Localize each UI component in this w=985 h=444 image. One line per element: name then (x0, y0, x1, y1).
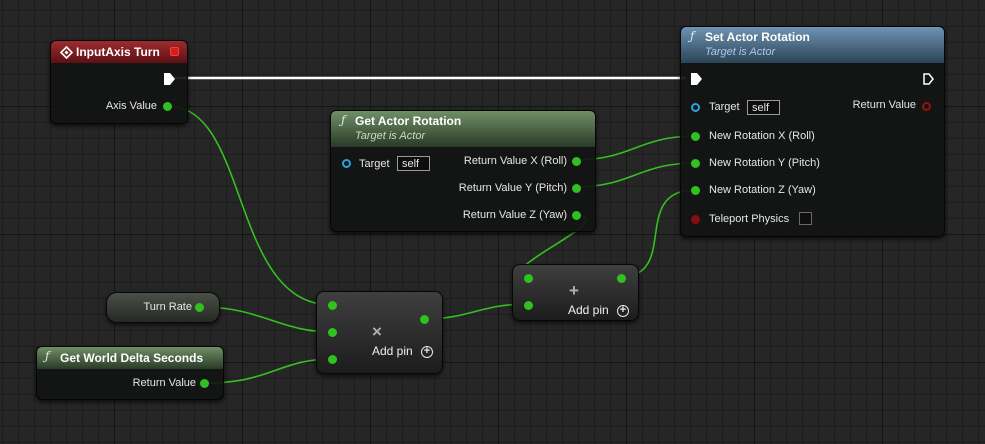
return-z-label: Return Value Z (Yaw) (462, 209, 567, 221)
target-label: Target (359, 158, 390, 170)
add-symbol: + (569, 281, 579, 300)
return-x-label: Return Value X (Roll) (463, 155, 567, 167)
get-world-delta-seconds-node[interactable]: ƒ Get World Delta Seconds Return Value (36, 346, 224, 400)
roll-label: New Rotation X (Roll) (709, 130, 815, 142)
return-z-pin[interactable] (572, 211, 581, 220)
turn-rate-variable-node[interactable]: Turn Rate (106, 292, 220, 323)
node-title: Get Actor Rotation (355, 114, 462, 128)
multiply-input-b-pin[interactable] (328, 328, 337, 337)
target-self-field[interactable]: self (397, 156, 430, 171)
plus-circle-icon[interactable]: + (421, 346, 433, 358)
set-actor-rotation-node[interactable]: ƒ Set Actor Rotation Target is Actor Tar… (680, 26, 945, 237)
plus-circle-icon[interactable]: + (617, 305, 629, 317)
add-node[interactable]: + Add pin + (512, 264, 639, 321)
add-pin-label[interactable]: Add pin (372, 344, 413, 358)
multiply-node[interactable]: × Add pin + (316, 291, 443, 374)
node-title: Get World Delta Seconds (60, 351, 204, 365)
teleport-physics-checkbox[interactable] (799, 212, 812, 225)
return-value-label: Return Value (132, 377, 196, 389)
multiply-symbol: × (372, 322, 382, 341)
wire-axis-to-multiply (167, 105, 333, 306)
teleport-physics-pin[interactable] (691, 215, 700, 224)
add-input-b-pin[interactable] (524, 301, 533, 310)
turn-rate-label: Turn Rate (143, 301, 192, 313)
node-title: InputAxis Turn (76, 45, 160, 59)
wire-turnrate-to-multiply (201, 306, 333, 333)
axis-value-pin[interactable] (163, 102, 172, 111)
input-axis-turn-node[interactable]: InputAxis Turn Axis Value (50, 40, 188, 124)
get-actor-rotation-node[interactable]: ƒ Get Actor Rotation Target is Actor Tar… (330, 110, 596, 232)
add-output-pin[interactable] (617, 274, 626, 283)
return-y-label: Return Value Y (Pitch) (458, 182, 567, 194)
pitch-pin[interactable] (691, 159, 700, 168)
target-label: Target (709, 101, 740, 113)
multiply-output-pin[interactable] (420, 315, 429, 324)
axis-value-label: Axis Value (105, 100, 157, 112)
yaw-pin[interactable] (691, 186, 700, 195)
target-self-field[interactable]: self (747, 100, 780, 115)
return-x-pin[interactable] (572, 157, 581, 166)
return-value-pin[interactable] (922, 102, 931, 111)
node-subtitle: Target is Actor (355, 130, 426, 142)
event-diamond-icon (60, 46, 73, 59)
turn-rate-pin[interactable] (195, 303, 204, 312)
exec-in-pin[interactable] (691, 73, 702, 85)
return-value-pin[interactable] (200, 379, 209, 388)
add-input-a-pin[interactable] (524, 274, 533, 283)
close-square-icon (170, 47, 179, 56)
wire-delta-to-multiply (206, 358, 333, 384)
return-y-pin[interactable] (572, 184, 581, 193)
return-value-label: Return Value (852, 99, 916, 111)
node-title: Set Actor Rotation (705, 30, 810, 44)
yaw-label: New Rotation Z (Yaw) (709, 184, 816, 196)
multiply-input-a-pin[interactable] (328, 301, 337, 310)
node-subtitle: Target is Actor (705, 46, 776, 58)
target-pin[interactable] (691, 103, 700, 112)
teleport-physics-label: Teleport Physics (709, 213, 790, 225)
exec-out-pin[interactable] (164, 73, 175, 85)
add-pin-label[interactable]: Add pin (568, 303, 609, 317)
target-pin[interactable] (342, 159, 351, 168)
roll-pin[interactable] (691, 132, 700, 141)
function-icon: ƒ (690, 29, 695, 43)
pitch-label: New Rotation Y (Pitch) (709, 157, 820, 169)
function-icon: ƒ (341, 113, 346, 127)
function-icon: ƒ (45, 349, 50, 363)
exec-out-pin[interactable] (923, 73, 934, 85)
multiply-input-c-pin[interactable] (328, 355, 337, 364)
